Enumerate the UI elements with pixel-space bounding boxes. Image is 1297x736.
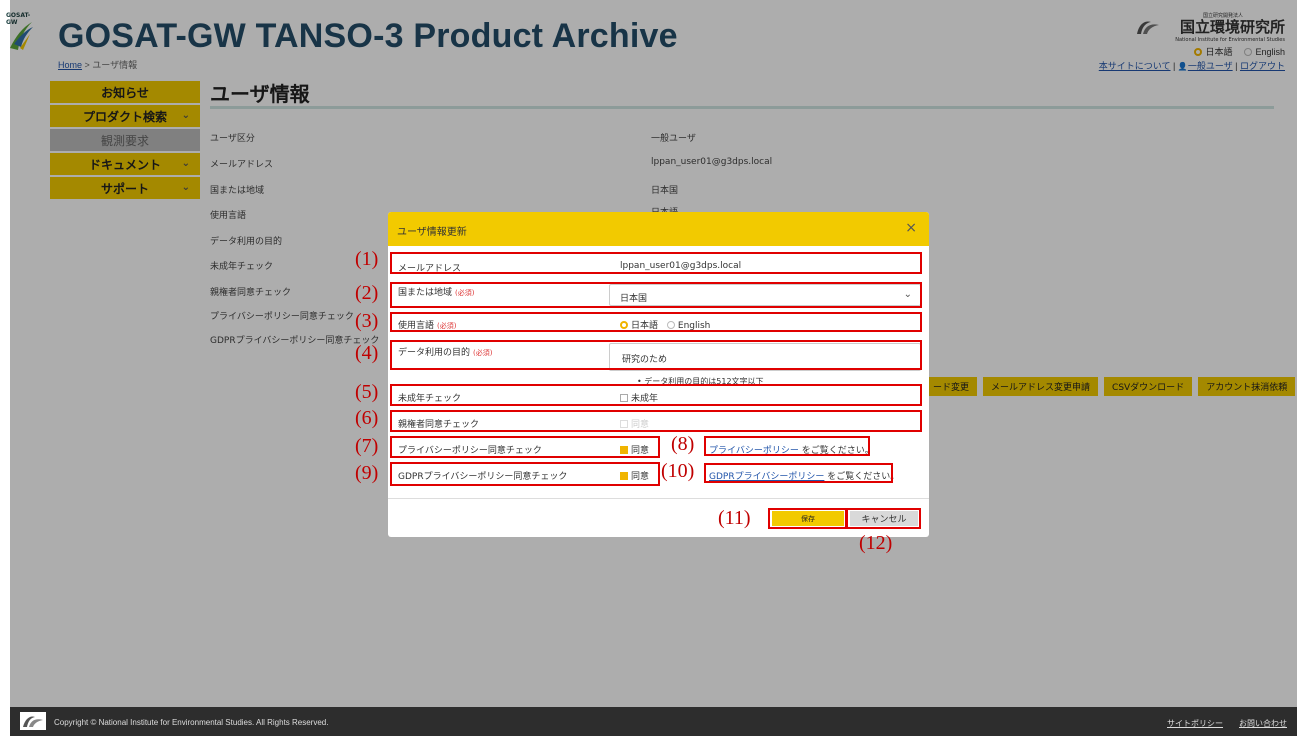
footer-links: サイトポリシー お問い合わせ <box>1151 718 1287 729</box>
annotation-box-11 <box>768 508 848 529</box>
annotation-box-1 <box>390 252 922 274</box>
annotation-label-8: (8) <box>671 433 695 455</box>
copyright: Copyright © National Institute for Envir… <box>54 718 329 727</box>
modal-footer-divider <box>388 498 929 499</box>
annotation-label-5: (5) <box>355 381 379 403</box>
annotation-box-12 <box>845 508 921 529</box>
annotation-label-12: (12) <box>859 532 893 554</box>
annotation-label-10: (10) <box>661 460 695 482</box>
contact-link[interactable]: お問い合わせ <box>1239 719 1287 728</box>
annotation-label-9: (9) <box>355 462 379 484</box>
annotation-label-6: (6) <box>355 407 379 429</box>
annotation-label-4: (4) <box>355 342 379 364</box>
annotation-box-9 <box>390 462 660 486</box>
page: GOSAT-GW GOSAT-GW TANSO-3 Product Archiv… <box>0 0 1297 736</box>
annotation-box-6 <box>390 410 922 432</box>
annotation-label-3: (3) <box>355 310 379 332</box>
annotation-box-2 <box>390 282 922 308</box>
modal-title: ユーザ情報更新 <box>397 227 467 238</box>
site-policy-link[interactable]: サイトポリシー <box>1167 719 1223 728</box>
annotation-label-1: (1) <box>355 248 379 270</box>
nies-mark-icon <box>23 716 43 727</box>
annotation-box-5 <box>390 384 922 406</box>
annotation-label-2: (2) <box>355 282 379 304</box>
footer-logo <box>20 712 46 730</box>
close-icon[interactable]: × <box>905 220 917 236</box>
annotation-box-7 <box>390 436 660 458</box>
footer: Copyright © National Institute for Envir… <box>10 707 1297 736</box>
annotation-label-11: (11) <box>718 507 751 529</box>
annotation-box-3 <box>390 312 922 332</box>
annotation-box-4 <box>390 340 922 370</box>
annotation-label-7: (7) <box>355 435 379 457</box>
modal-header: ユーザ情報更新 × <box>388 212 929 246</box>
annotation-box-8 <box>704 436 870 456</box>
annotation-box-10 <box>704 463 893 483</box>
